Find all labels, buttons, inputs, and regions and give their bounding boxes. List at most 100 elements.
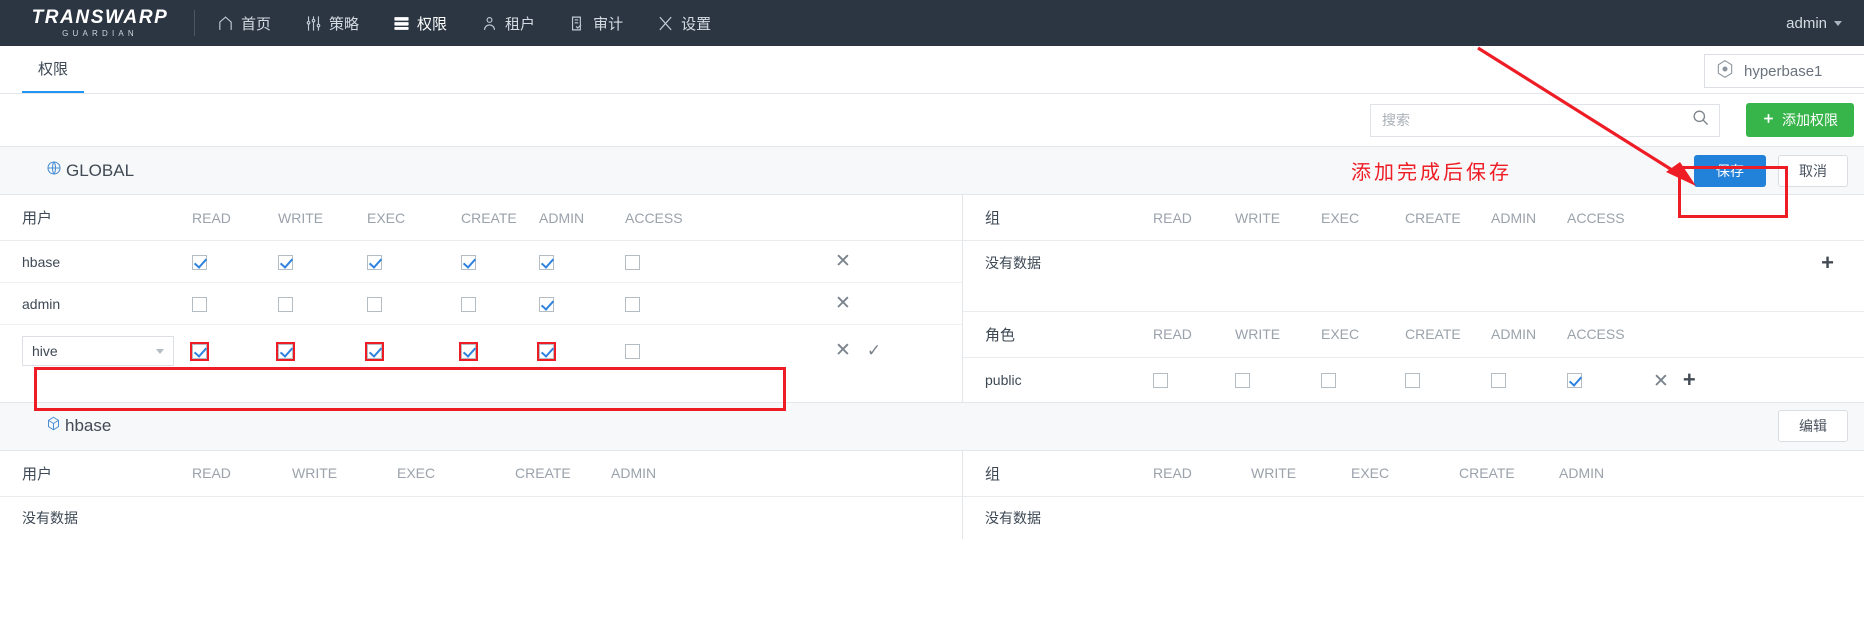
- global-section-actions: 添加完成后保存 保存 取消: [1351, 154, 1854, 187]
- checkbox-write[interactable]: [276, 342, 295, 362]
- checkbox-admin[interactable]: [537, 342, 556, 362]
- col-header-read: READ: [192, 195, 278, 241]
- checkbox-access[interactable]: [625, 296, 640, 312]
- checkbox-write[interactable]: [1235, 372, 1250, 388]
- plus-icon: [1762, 112, 1775, 128]
- close-icon[interactable]: ✕: [1653, 372, 1669, 391]
- col-header-exec: EXEC: [397, 450, 515, 497]
- checkbox-create[interactable]: [1405, 372, 1420, 388]
- checkbox-access[interactable]: [625, 344, 640, 360]
- row-actions: ✕ +: [1653, 357, 1864, 402]
- nav-item-audit[interactable]: 审计: [569, 0, 623, 46]
- permission-section-hbase: hbase 编辑 用户 READ WRITE EXEC CREATE ADMIN…: [0, 401, 1864, 539]
- col-header-read: READ: [1153, 195, 1235, 241]
- user-name-cell: admin: [0, 282, 192, 325]
- table-row: admin ✕: [0, 282, 962, 325]
- checkbox-write[interactable]: [278, 254, 293, 270]
- edit-button[interactable]: 编辑: [1778, 410, 1848, 442]
- perm-cell-create: [1405, 357, 1491, 402]
- check-icon[interactable]: ✓: [867, 341, 881, 361]
- hbase-users-name-header: 用户: [0, 450, 192, 497]
- perm-cell-access: [1567, 357, 1653, 402]
- user-menu[interactable]: admin: [1786, 15, 1846, 32]
- groups-add-action: +: [1653, 241, 1864, 286]
- checkbox-read[interactable]: [192, 254, 207, 270]
- plus-icon[interactable]: +: [1821, 250, 1834, 275]
- brand-logo[interactable]: TRANSWARP GUARDIAN: [14, 8, 186, 38]
- add-permission-button[interactable]: 添加权限: [1746, 103, 1854, 137]
- col-header-create: CREATE: [515, 450, 611, 497]
- col-header-actions: [1653, 311, 1864, 358]
- checkbox-create[interactable]: [459, 342, 478, 362]
- save-button[interactable]: 保存: [1694, 154, 1766, 187]
- checkbox-exec[interactable]: [367, 296, 382, 312]
- close-icon[interactable]: ✕: [835, 252, 851, 271]
- col-header-create: CREATE: [1405, 311, 1491, 358]
- nav-item-settings[interactable]: 设置: [657, 0, 711, 46]
- perm-cell-write: [278, 240, 367, 283]
- checkbox-admin[interactable]: [539, 254, 554, 270]
- perm-cell-read: [190, 325, 278, 378]
- checkbox-create[interactable]: [461, 254, 476, 270]
- checkbox-write[interactable]: [278, 296, 293, 312]
- hbase-users-empty-text: 没有数据: [22, 509, 78, 526]
- col-header-create: CREATE: [1459, 450, 1559, 497]
- close-icon[interactable]: ✕: [835, 341, 851, 360]
- checkbox-exec[interactable]: [365, 342, 384, 362]
- home-icon: [217, 15, 234, 32]
- nav-item-permission[interactable]: 权限: [393, 0, 447, 46]
- perm-cell-read: [1153, 357, 1235, 402]
- col-header-admin: ADMIN: [1491, 195, 1567, 241]
- cube-icon: [46, 416, 61, 436]
- col-header-admin: ADMIN: [611, 450, 962, 497]
- perm-cell-exec: [367, 240, 461, 283]
- cancel-button[interactable]: 取消: [1778, 154, 1848, 187]
- hbase-users-header-row: 用户 READ WRITE EXEC CREATE ADMIN: [0, 450, 962, 497]
- hbase-groups-name-header: 组: [963, 450, 1153, 497]
- col-header-access: ACCESS: [1567, 195, 1653, 241]
- col-header-actions: [835, 195, 962, 241]
- global-roles-name-header: 角色: [963, 311, 1153, 358]
- tab-permission[interactable]: 权限: [22, 58, 85, 93]
- global-users-name-header: 用户: [0, 195, 192, 241]
- nav-item-permission-label: 权限: [417, 15, 448, 33]
- checkbox-access[interactable]: [1567, 372, 1582, 388]
- plus-icon[interactable]: +: [1683, 367, 1696, 392]
- perm-cell-access: [625, 325, 835, 378]
- user-select[interactable]: hive: [22, 336, 174, 366]
- nav-item-home[interactable]: 首页: [217, 0, 271, 46]
- global-users-header-row: 用户 READ WRITE EXEC CREATE ADMIN ACCESS: [0, 195, 962, 241]
- cluster-selector[interactable]: hyperbase1: [1704, 54, 1864, 88]
- checkbox-create[interactable]: [461, 296, 476, 312]
- nav-item-policy[interactable]: 策略: [305, 0, 359, 46]
- checkbox-access[interactable]: [625, 254, 640, 270]
- search-input[interactable]: [1380, 111, 1691, 129]
- users-icon: [481, 15, 498, 32]
- checkbox-admin[interactable]: [539, 296, 554, 312]
- magnifier-icon[interactable]: [1691, 108, 1710, 132]
- col-header-access: ACCESS: [625, 195, 835, 241]
- global-section-label: GLOBAL: [66, 160, 135, 180]
- checkbox-read[interactable]: [190, 342, 209, 362]
- hbase-groups-panel: 组 READ WRITE EXEC CREATE ADMIN 没有数据: [963, 450, 1864, 539]
- perm-cell-exec: [1321, 357, 1405, 402]
- search-box[interactable]: [1370, 103, 1720, 137]
- spacer-cell: [963, 285, 1864, 312]
- checkbox-read[interactable]: [192, 296, 207, 312]
- checkbox-exec[interactable]: [1321, 372, 1336, 388]
- col-header-admin: ADMIN: [1559, 450, 1864, 497]
- col-header-admin: ADMIN: [1491, 311, 1567, 358]
- checkbox-exec[interactable]: [367, 254, 382, 270]
- checkbox-admin[interactable]: [1491, 372, 1506, 388]
- user-select-value: hive: [32, 343, 58, 359]
- hbase-users-panel: 用户 READ WRITE EXEC CREATE ADMIN 没有数据: [0, 450, 963, 539]
- perm-cell-write: [278, 282, 367, 325]
- col-header-read: READ: [192, 450, 292, 497]
- nav-item-tenant[interactable]: 租户: [481, 0, 535, 46]
- nav-item-home-label: 首页: [241, 15, 272, 33]
- col-header-write: WRITE: [278, 195, 367, 241]
- close-icon[interactable]: ✕: [835, 294, 851, 313]
- checkbox-read[interactable]: [1153, 372, 1168, 388]
- tab-permission-label: 权限: [38, 61, 69, 78]
- hbase-groups-table: 组 READ WRITE EXEC CREATE ADMIN 没有数据: [963, 450, 1864, 539]
